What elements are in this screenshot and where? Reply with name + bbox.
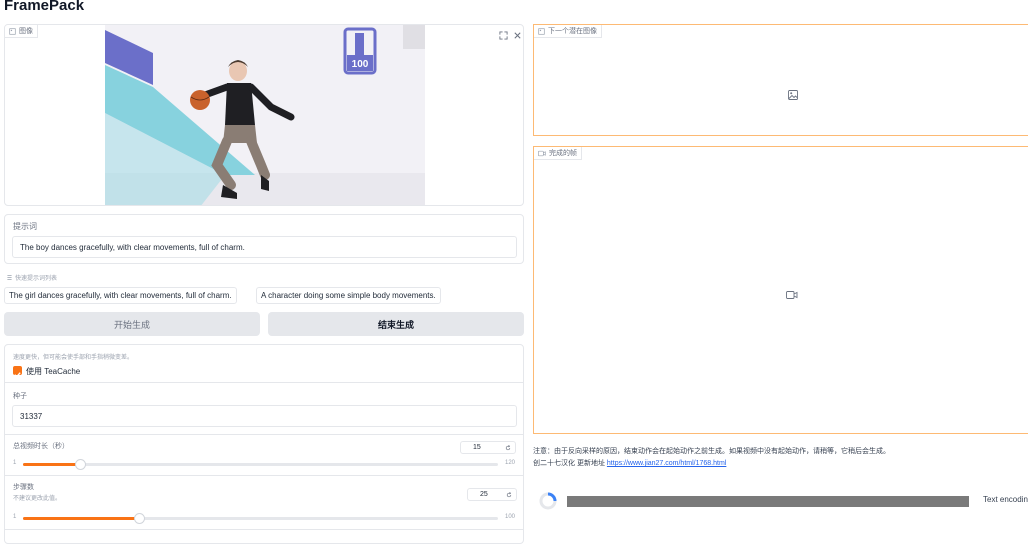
prompt-panel: 提示词 The boy dances gracefully, with clea… <box>4 214 524 264</box>
seed-label: 种子 <box>13 393 27 400</box>
steps-slider-thumb[interactable] <box>134 513 145 524</box>
steps-min: 1 <box>13 514 17 520</box>
uploaded-photo: 100 <box>105 25 425 205</box>
credit-line: 创二十七汉化 更新地址 https://www.jian27.com/html/… <box>533 458 726 468</box>
divider <box>5 382 523 383</box>
close-icon[interactable] <box>513 27 523 39</box>
credit-text: 创二十七汉化 更新地址 <box>533 460 605 467</box>
divider <box>5 475 523 476</box>
prompt-label: 提示词 <box>13 222 37 231</box>
list-icon <box>7 275 12 280</box>
quick-prompt-item[interactable]: The girl dances gracefully, with clear m… <box>4 287 237 304</box>
quick-prompts-label: 快速提示词列表 <box>6 273 57 282</box>
finished-frames-label-text: 完成的帧 <box>549 150 577 157</box>
quick-prompt-item[interactable]: A character doing some simple body movem… <box>256 287 441 304</box>
video-length-max: 120 <box>505 460 516 466</box>
app-title: FramePack <box>4 0 85 14</box>
check-icon <box>14 372 21 378</box>
end-generation-button[interactable]: 结束生成 <box>268 312 524 336</box>
video-length-label: 总视频时长（秒） <box>13 443 69 450</box>
image-icon <box>9 27 16 35</box>
teacache-checkbox[interactable] <box>13 366 22 378</box>
finished-frames-label: 完成的帧 <box>534 147 582 160</box>
teacache-label[interactable]: 使用 TeaCache <box>26 366 80 377</box>
seed-input[interactable]: 31337 <box>12 405 517 427</box>
steps-number[interactable]: 25 <box>467 488 517 501</box>
video-length-number[interactable]: 15 <box>460 441 516 454</box>
reset-icon[interactable] <box>505 444 511 451</box>
steps-value: 25 <box>480 491 488 498</box>
note-text: 注意：由于反向采样的原因，结束动作会在起始动作之前生成。如果视频中没有起始动作，… <box>533 448 890 455</box>
expand-icon[interactable] <box>499 27 509 40</box>
video-length-slider-fill <box>23 463 79 466</box>
video-length-slider-thumb[interactable] <box>75 459 86 470</box>
steps-max: 100 <box>505 514 516 520</box>
settings-panel: 速度更快，但可能会使手部和手指稍微变差。 使用 TeaCache 种子 3133… <box>4 344 524 544</box>
image-label: 图像 <box>5 25 38 38</box>
video-length-min: 1 <box>13 460 17 466</box>
image-icon <box>538 27 545 35</box>
progress-text: Text encoding <box>983 495 1028 504</box>
steps-hint: 不建议更改此值。 <box>13 496 62 502</box>
steps-slider[interactable] <box>23 513 498 524</box>
prompt-input[interactable]: The boy dances gracefully, with clear mo… <box>12 236 517 258</box>
wall-badge-text: 100 <box>352 59 369 70</box>
divider <box>5 434 523 435</box>
quick-prompts-label-text: 快速提示词列表 <box>15 276 58 282</box>
teacache-hint: 速度更快，但可能会使手部和手指稍微变差。 <box>13 355 134 361</box>
video-length-value: 15 <box>473 444 481 451</box>
loading-spinner <box>539 492 557 510</box>
next-latents-label: 下一个潜在图像 <box>534 25 602 38</box>
video-placeholder-icon <box>786 287 798 305</box>
reset-icon[interactable] <box>506 491 512 498</box>
image-input-panel[interactable]: 图像 100 <box>4 24 524 206</box>
update-link[interactable]: https://www.jian27.com/html/1768.html <box>607 460 726 467</box>
start-generation-button[interactable]: 开始生成 <box>4 312 260 336</box>
next-latents-panel: 下一个潜在图像 <box>533 24 1028 136</box>
steps-slider-fill <box>23 517 138 520</box>
next-latents-label-text: 下一个潜在图像 <box>548 28 597 35</box>
video-icon <box>538 150 546 156</box>
finished-frames-panel: 完成的帧 <box>533 146 1028 434</box>
image-placeholder-icon <box>788 87 798 105</box>
progress-bar <box>567 496 969 507</box>
divider <box>5 529 523 530</box>
steps-label: 步骤数 <box>13 484 34 491</box>
video-length-slider[interactable] <box>23 459 498 470</box>
image-label-text: 图像 <box>19 28 33 35</box>
